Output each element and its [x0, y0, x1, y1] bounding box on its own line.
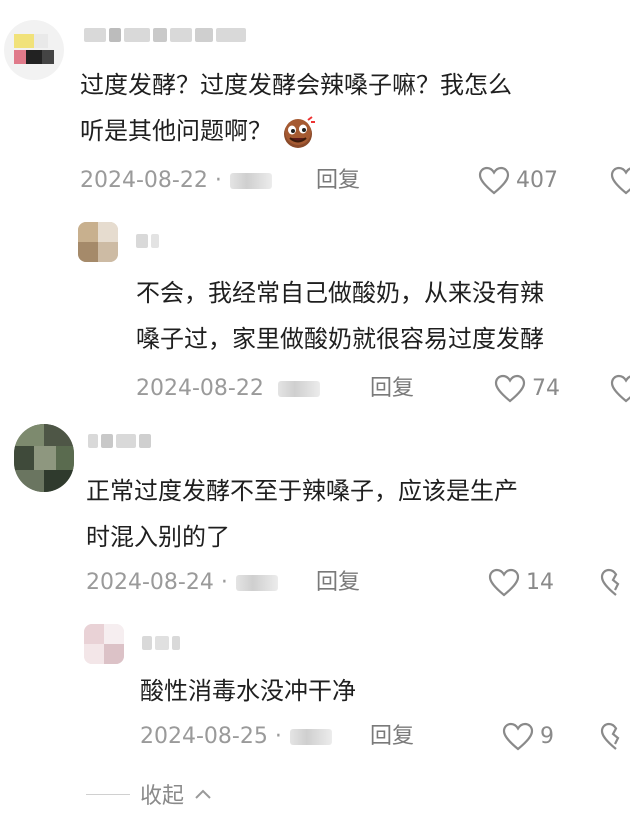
comment-text: 酸性消毒水没冲干净	[140, 677, 356, 705]
username-redacted[interactable]	[142, 634, 180, 652]
location-redacted	[277, 381, 320, 397]
avatar[interactable]	[78, 222, 118, 262]
location-redacted	[235, 575, 278, 591]
broken-heart-icon[interactable]	[600, 722, 620, 752]
location-redacted	[289, 729, 332, 745]
collapse-replies-button[interactable]: 收起	[86, 778, 212, 810]
heart-outline-icon	[488, 568, 520, 597]
username-redacted[interactable]	[84, 26, 246, 44]
like-count: 9	[540, 724, 554, 749]
divider	[86, 793, 130, 795]
location-redacted	[229, 173, 272, 189]
like-button[interactable]: 74	[494, 374, 560, 404]
heart-outline-icon	[502, 722, 534, 751]
comment-text: 过度发酵？过度发酵会辣嗓子嘛？我怎么	[80, 71, 512, 99]
avatar[interactable]	[14, 424, 74, 492]
comment-text-line2: 时混入别的了	[86, 523, 230, 551]
comment-text: 正常过度发酵不至于辣嗓子，应该是生产	[86, 477, 518, 505]
reply-button[interactable]: 回复	[316, 166, 360, 196]
comment-date: 2024-08-22	[136, 374, 320, 404]
broken-heart-icon[interactable]	[600, 568, 620, 598]
comment-date: 2024-08-22 ·	[80, 166, 272, 196]
like-button[interactable]: 407	[478, 166, 558, 196]
broken-heart-icon[interactable]	[610, 166, 630, 196]
reply-button[interactable]: 回复	[316, 568, 360, 598]
heart-outline-icon	[494, 374, 526, 403]
reply-button[interactable]: 回复	[370, 374, 414, 404]
chevron-up-icon	[195, 789, 211, 799]
comment-text-line2: 嗓子过，家里做酸奶就很容易过度发酵	[136, 325, 544, 353]
comment-date: 2024-08-24 ·	[86, 568, 278, 598]
comment-text-line2: 听是其他问题啊？	[80, 108, 634, 154]
username-redacted[interactable]	[136, 232, 159, 250]
avatar[interactable]	[4, 20, 64, 80]
like-count: 407	[516, 168, 558, 193]
avatar[interactable]	[84, 624, 124, 664]
comment-text: 不会，我经常自己做酸奶，从来没有辣	[136, 279, 544, 307]
laughing-face-emoji	[283, 116, 315, 148]
collapse-label: 收起	[140, 784, 185, 809]
comment-date: 2024-08-25 ·	[140, 722, 332, 752]
heart-outline-icon	[478, 166, 510, 195]
like-button[interactable]: 9	[502, 722, 554, 752]
like-count: 74	[532, 376, 560, 401]
username-redacted[interactable]	[88, 432, 151, 450]
reply-button[interactable]: 回复	[370, 722, 414, 752]
broken-heart-icon[interactable]	[610, 374, 630, 404]
like-button[interactable]: 14	[488, 568, 554, 598]
like-count: 14	[526, 570, 554, 595]
